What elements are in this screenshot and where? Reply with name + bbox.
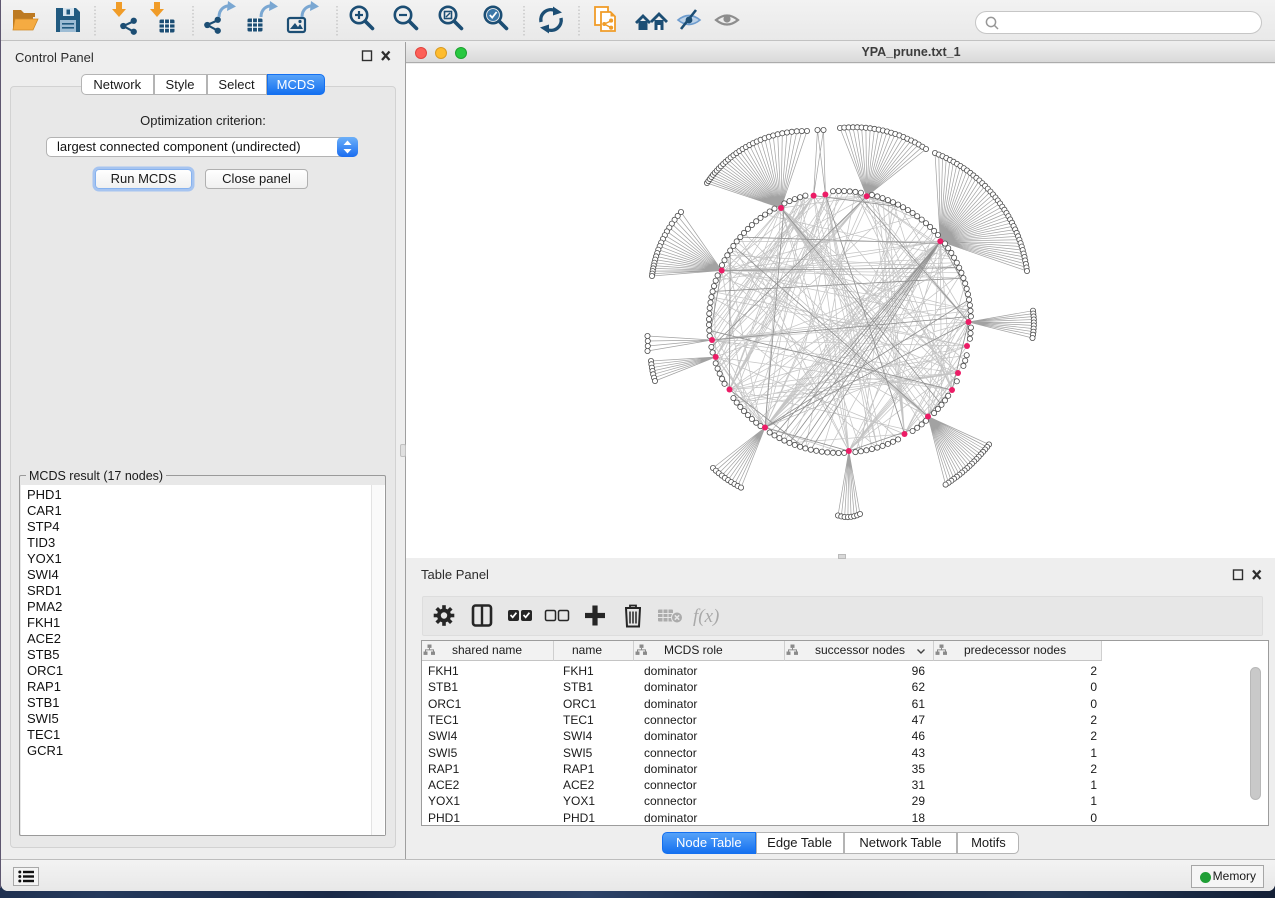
svg-text:f(x): f(x)	[693, 606, 719, 627]
